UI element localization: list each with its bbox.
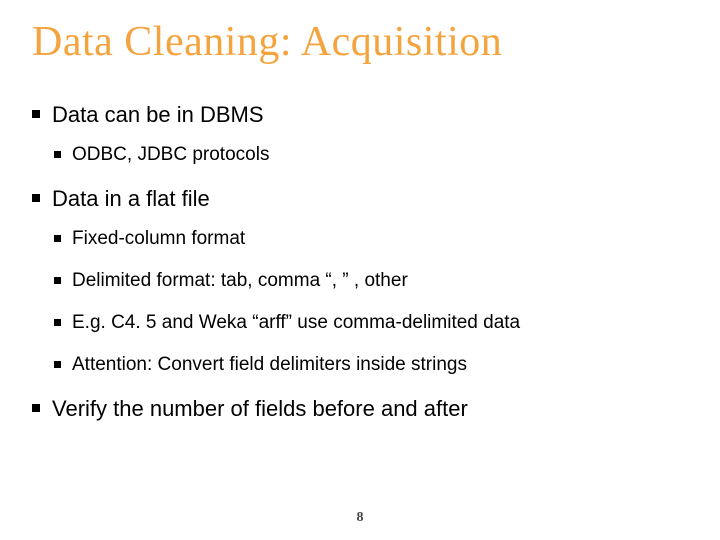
bullet-text: Data in a flat file <box>52 186 210 211</box>
sub-bullet-text: E.g. C4. 5 and Weka “arff” use comma-del… <box>72 312 520 333</box>
sub-bullet-item: Delimited format: tab, comma “, ” , othe… <box>52 270 690 292</box>
slide-title: Data Cleaning: Acquisition <box>32 18 690 66</box>
bullet-item: Data in a flat file Fixed-column format … <box>30 186 690 376</box>
bullet-item: Verify the number of fields before and a… <box>30 396 690 422</box>
bullet-item: Data can be in DBMS ODBC, JDBC protocols <box>30 102 690 166</box>
sub-bullet-text: Delimited format: tab, comma “, ” , othe… <box>72 270 408 291</box>
bullet-text: Data can be in DBMS <box>52 102 264 127</box>
bullet-list: Data can be in DBMS ODBC, JDBC protocols… <box>30 102 690 422</box>
page-number: 8 <box>0 510 720 526</box>
sub-bullet-item: Fixed-column format <box>52 228 690 250</box>
sub-bullet-text: Attention: Convert field delimiters insi… <box>72 354 467 375</box>
sub-bullet-item: E.g. C4. 5 and Weka “arff” use comma-del… <box>52 312 690 334</box>
sub-bullet-item: Attention: Convert field delimiters insi… <box>52 354 690 376</box>
sub-bullet-item: ODBC, JDBC protocols <box>52 144 690 166</box>
slide: Data Cleaning: Acquisition Data can be i… <box>0 0 720 540</box>
bullet-text: Verify the number of fields before and a… <box>52 396 468 421</box>
sub-bullet-text: Fixed-column format <box>72 228 245 249</box>
sub-bullet-list: ODBC, JDBC protocols <box>52 144 690 166</box>
sub-bullet-text: ODBC, JDBC protocols <box>72 144 269 165</box>
sub-bullet-list: Fixed-column format Delimited format: ta… <box>52 228 690 376</box>
